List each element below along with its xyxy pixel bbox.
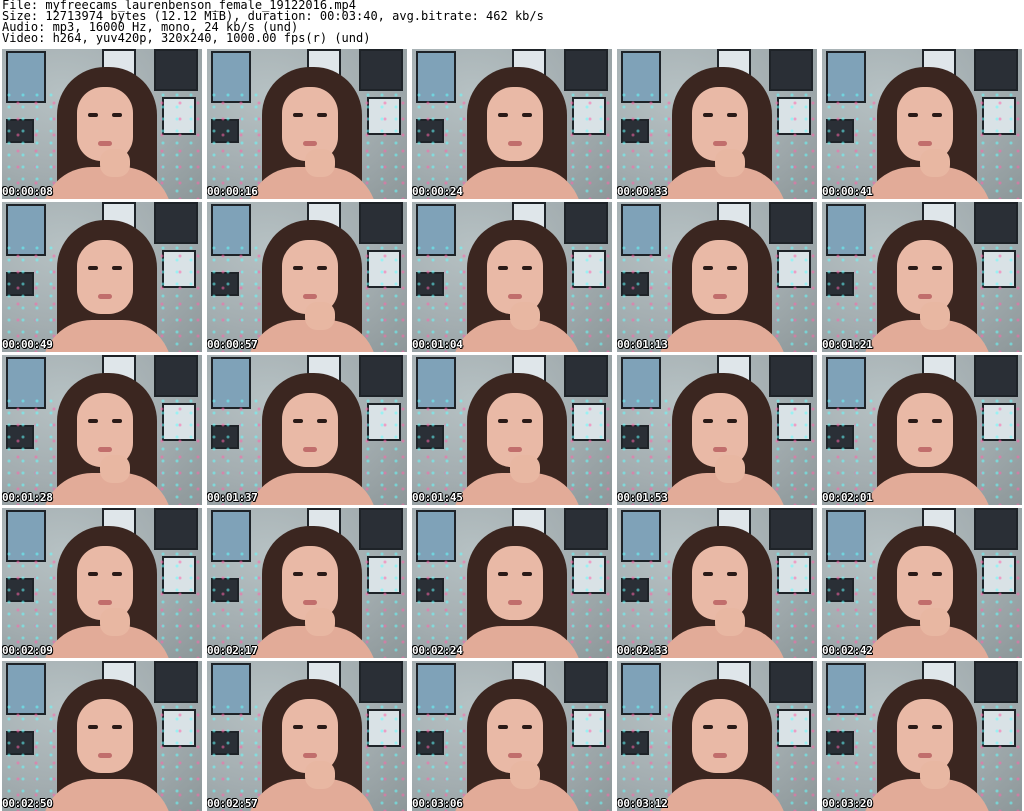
thumbnail-timestamp: 00:00:16 [207,185,258,198]
video-thumbnail: 00:02:01 [822,355,1022,505]
video-thumbnail: 00:02:09 [2,508,202,658]
video-thumbnail: 00:00:16 [207,49,407,199]
video-thumbnail: 00:03:12 [617,661,817,811]
video-thumbnail: 00:00:24 [412,49,612,199]
thumbnail-timestamp: 00:03:06 [412,797,463,810]
video-thumbnail: 00:00:33 [617,49,817,199]
thumbnail-timestamp: 00:00:49 [2,338,53,351]
video-thumbnail: 00:03:06 [412,661,612,811]
video-thumbnail: 00:01:28 [2,355,202,505]
thumbnail-timestamp: 00:00:57 [207,338,258,351]
thumbnail-timestamp: 00:02:33 [617,644,668,657]
thumbnail-timestamp: 00:02:17 [207,644,258,657]
thumbnail-timestamp: 00:01:37 [207,491,258,504]
video-thumbnail: 00:02:50 [2,661,202,811]
thumbnail-timestamp: 00:02:57 [207,797,258,810]
video-thumbnail: 00:00:57 [207,202,407,352]
thumbnail-timestamp: 00:02:50 [2,797,53,810]
thumbnail-timestamp: 00:00:33 [617,185,668,198]
thumbnail-timestamp: 00:02:01 [822,491,873,504]
video-thumbnail: 00:01:04 [412,202,612,352]
thumbnail-timestamp: 00:01:45 [412,491,463,504]
video-thumbnail: 00:01:21 [822,202,1022,352]
thumbnail-timestamp: 00:01:13 [617,338,668,351]
file-info-header: File: myfreecams_laurenbenson_female_191… [2,0,544,44]
video-thumbnail: 00:00:41 [822,49,1022,199]
video-thumbnail: 00:00:08 [2,49,202,199]
thumbnail-timestamp: 00:00:24 [412,185,463,198]
thumbnail-timestamp: 00:01:04 [412,338,463,351]
thumbnail-timestamp: 00:00:41 [822,185,873,198]
video-thumbnail: 00:01:13 [617,202,817,352]
thumbnail-timestamp: 00:02:42 [822,644,873,657]
thumbnail-timestamp: 00:03:20 [822,797,873,810]
thumbnail-timestamp: 00:01:21 [822,338,873,351]
video-thumbnail: 00:00:49 [2,202,202,352]
video-thumbnail: 00:01:53 [617,355,817,505]
video-thumbnail: 00:01:45 [412,355,612,505]
video-thumbnail: 00:02:42 [822,508,1022,658]
video-thumbnail: 00:01:37 [207,355,407,505]
thumbnail-timestamp: 00:03:12 [617,797,668,810]
thumbnail-grid: 00:00:08 00:00:16 00:00:24 00:00:33 00:00:41… [2,49,1022,811]
thumbnail-timestamp: 00:00:08 [2,185,53,198]
video-thumbnail: 00:02:33 [617,508,817,658]
thumbnail-timestamp: 00:01:28 [2,491,53,504]
thumbnail-timestamp: 00:02:09 [2,644,53,657]
video-thumbnail: 00:02:57 [207,661,407,811]
thumbnail-timestamp: 00:02:24 [412,644,463,657]
video-thumbnail: 00:02:17 [207,508,407,658]
video-thumbnail: 00:02:24 [412,508,612,658]
thumbnail-timestamp: 00:01:53 [617,491,668,504]
video-info: Video: h264, yuv420p, 320x240, 1000.00 f… [2,31,371,45]
video-thumbnail: 00:03:20 [822,661,1022,811]
